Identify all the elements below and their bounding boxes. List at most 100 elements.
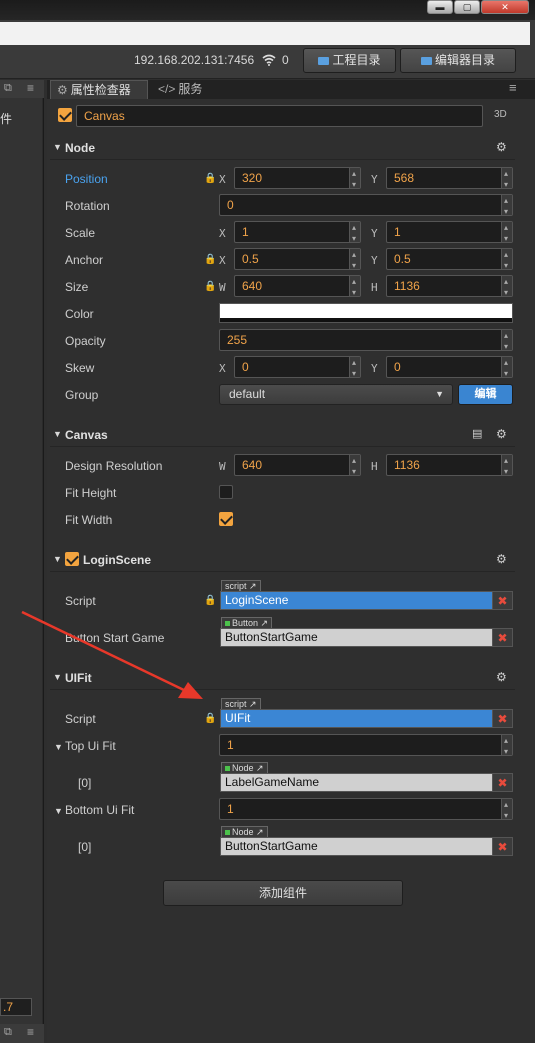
remove-icon[interactable]: ✖ (492, 837, 513, 856)
remove-icon[interactable]: ✖ (492, 628, 513, 647)
maximize-button[interactable]: ▢ (454, 0, 480, 14)
remove-icon[interactable]: ✖ (492, 709, 513, 728)
fit-height-checkbox[interactable] (219, 485, 233, 499)
collapse-triangle-icon: ▼ (53, 429, 62, 439)
gear-icon[interactable]: ⚙ (496, 670, 507, 684)
loginscene-script-field[interactable]: LoginScene (220, 591, 493, 610)
script-tag-label: script (225, 581, 247, 591)
spinner[interactable] (501, 795, 512, 826)
tab-inspector[interactable]: ⚙ 属性检查器 (50, 80, 148, 99)
color-alpha-bar (220, 318, 512, 322)
spinner[interactable] (501, 272, 512, 303)
canvas-section-header[interactable]: ▼ Canvas ▤ ⚙ (50, 423, 515, 447)
button-start-game-field[interactable]: ButtonStartGame (220, 628, 493, 647)
popout-icon[interactable]: ⧉ (4, 82, 12, 95)
position-y-input[interactable]: 568 (386, 164, 513, 195)
spinner[interactable] (349, 218, 360, 249)
anchor-y-input[interactable]: 0.5 (386, 245, 513, 276)
spinner[interactable] (501, 326, 512, 357)
spinner[interactable] (501, 218, 512, 249)
design-w-input[interactable]: 640 (234, 451, 361, 482)
remove-icon[interactable]: ✖ (492, 591, 513, 610)
spinner[interactable] (501, 191, 512, 222)
top-ui-fit-count-input[interactable]: 1 (219, 731, 513, 762)
skew-x-input[interactable]: 0 (234, 353, 361, 384)
tab-service[interactable]: </> 服务 (150, 80, 240, 99)
node-name-input[interactable]: Canvas (76, 105, 483, 127)
axis-y-label: Y (371, 362, 378, 375)
book-icon[interactable]: ▤ (472, 427, 482, 440)
group-select[interactable]: default ▼ (219, 384, 453, 405)
collapse-triangle-icon: ▼ (53, 554, 62, 564)
spinner[interactable] (349, 164, 360, 195)
menu-icon[interactable]: ≡ (27, 81, 34, 95)
spinner[interactable] (349, 272, 360, 303)
project-folder-button[interactable]: 工程目录 (303, 48, 396, 73)
loginscene-section-title: LoginScene (83, 553, 152, 567)
anchor-x-input[interactable]: 0.5 (234, 245, 361, 276)
script-type-tag[interactable]: script ↗ (221, 580, 261, 591)
spinner[interactable] (501, 164, 512, 195)
size-h-input[interactable]: 1136 (386, 272, 513, 303)
design-h-input[interactable]: 1136 (386, 451, 513, 482)
size-w-input[interactable]: 640 (234, 272, 361, 303)
spinner[interactable] (349, 245, 360, 276)
anchor-x-value: 0.5 (242, 252, 259, 266)
popout-icon[interactable]: ⧉ (4, 1026, 12, 1039)
node-type-tag[interactable]: Node ↗ (221, 826, 268, 837)
array-item-label: [0] (78, 840, 92, 854)
tab-service-label: 服务 (178, 82, 203, 96)
top-ui-fit-item-field[interactable]: LabelGameName (220, 773, 493, 792)
group-value: default (229, 387, 266, 401)
collapse-triangle-icon[interactable]: ▼ (54, 806, 63, 816)
node-active-checkbox[interactable] (58, 108, 72, 122)
skew-y-input[interactable]: 0 (386, 353, 513, 384)
group-edit-button[interactable]: 编辑 (458, 384, 513, 405)
skew-x-value: 0 (242, 360, 249, 374)
node-type-tag[interactable]: Node ↗ (221, 762, 268, 773)
spinner[interactable] (501, 451, 512, 482)
node-section-header[interactable]: ▼ Node ⚙ (50, 136, 515, 160)
minimize-button[interactable]: ▬ (427, 0, 453, 14)
spinner[interactable] (501, 353, 512, 384)
axis-x-label: X (219, 254, 226, 267)
node-section-title: Node (65, 141, 95, 155)
bottom-ui-fit-count-input[interactable]: 1 (219, 795, 513, 826)
scale-label: Scale (65, 226, 96, 240)
remove-icon[interactable]: ✖ (492, 773, 513, 792)
left-panel-value[interactable]: .7 (0, 998, 32, 1016)
gear-icon[interactable]: ⚙ (496, 427, 507, 441)
spinner[interactable] (349, 353, 360, 384)
scale-x-input[interactable]: 1 (234, 218, 361, 249)
loginscene-enabled-checkbox[interactable] (65, 552, 79, 566)
menu-icon[interactable]: ≡ (509, 80, 517, 95)
rotation-input[interactable]: 0 (219, 191, 513, 222)
gear-icon[interactable]: ⚙ (496, 552, 507, 566)
collapse-triangle-icon[interactable]: ▼ (54, 742, 63, 752)
color-swatch[interactable] (219, 303, 513, 323)
size-w-value: 640 (242, 279, 263, 293)
scale-y-input[interactable]: 1 (386, 218, 513, 249)
close-button[interactable]: ✕ (481, 0, 529, 14)
bottom-ui-fit-item-field[interactable]: ButtonStartGame (220, 837, 493, 856)
uifit-script-field[interactable]: UIFit (220, 709, 493, 728)
spinner[interactable] (501, 731, 512, 762)
spinner[interactable] (501, 245, 512, 276)
fit-width-checkbox[interactable] (219, 512, 233, 526)
lock-icon[interactable]: 🔒 (204, 281, 216, 292)
gear-icon[interactable]: ⚙ (496, 140, 507, 154)
node-type-dot (225, 766, 230, 771)
opacity-input[interactable]: 255 (219, 326, 513, 357)
external-link-icon: ↗ (260, 618, 269, 628)
axis-y-label: Y (371, 254, 378, 267)
position-x-input[interactable]: 320 (234, 164, 361, 195)
canvas-section-title: Canvas (65, 428, 108, 442)
add-component-button[interactable]: 添加组件 (163, 880, 403, 906)
loginscene-section-header[interactable]: ▼ LoginScene ⚙ (50, 548, 515, 572)
lock-icon[interactable]: 🔒 (204, 254, 216, 265)
menu-icon[interactable]: ≡ (27, 1025, 34, 1039)
position-y-value: 568 (394, 171, 415, 185)
editor-folder-button[interactable]: 编辑器目录 (400, 48, 516, 73)
spinner[interactable] (349, 451, 360, 482)
3d-toggle[interactable]: 3D (494, 109, 507, 120)
